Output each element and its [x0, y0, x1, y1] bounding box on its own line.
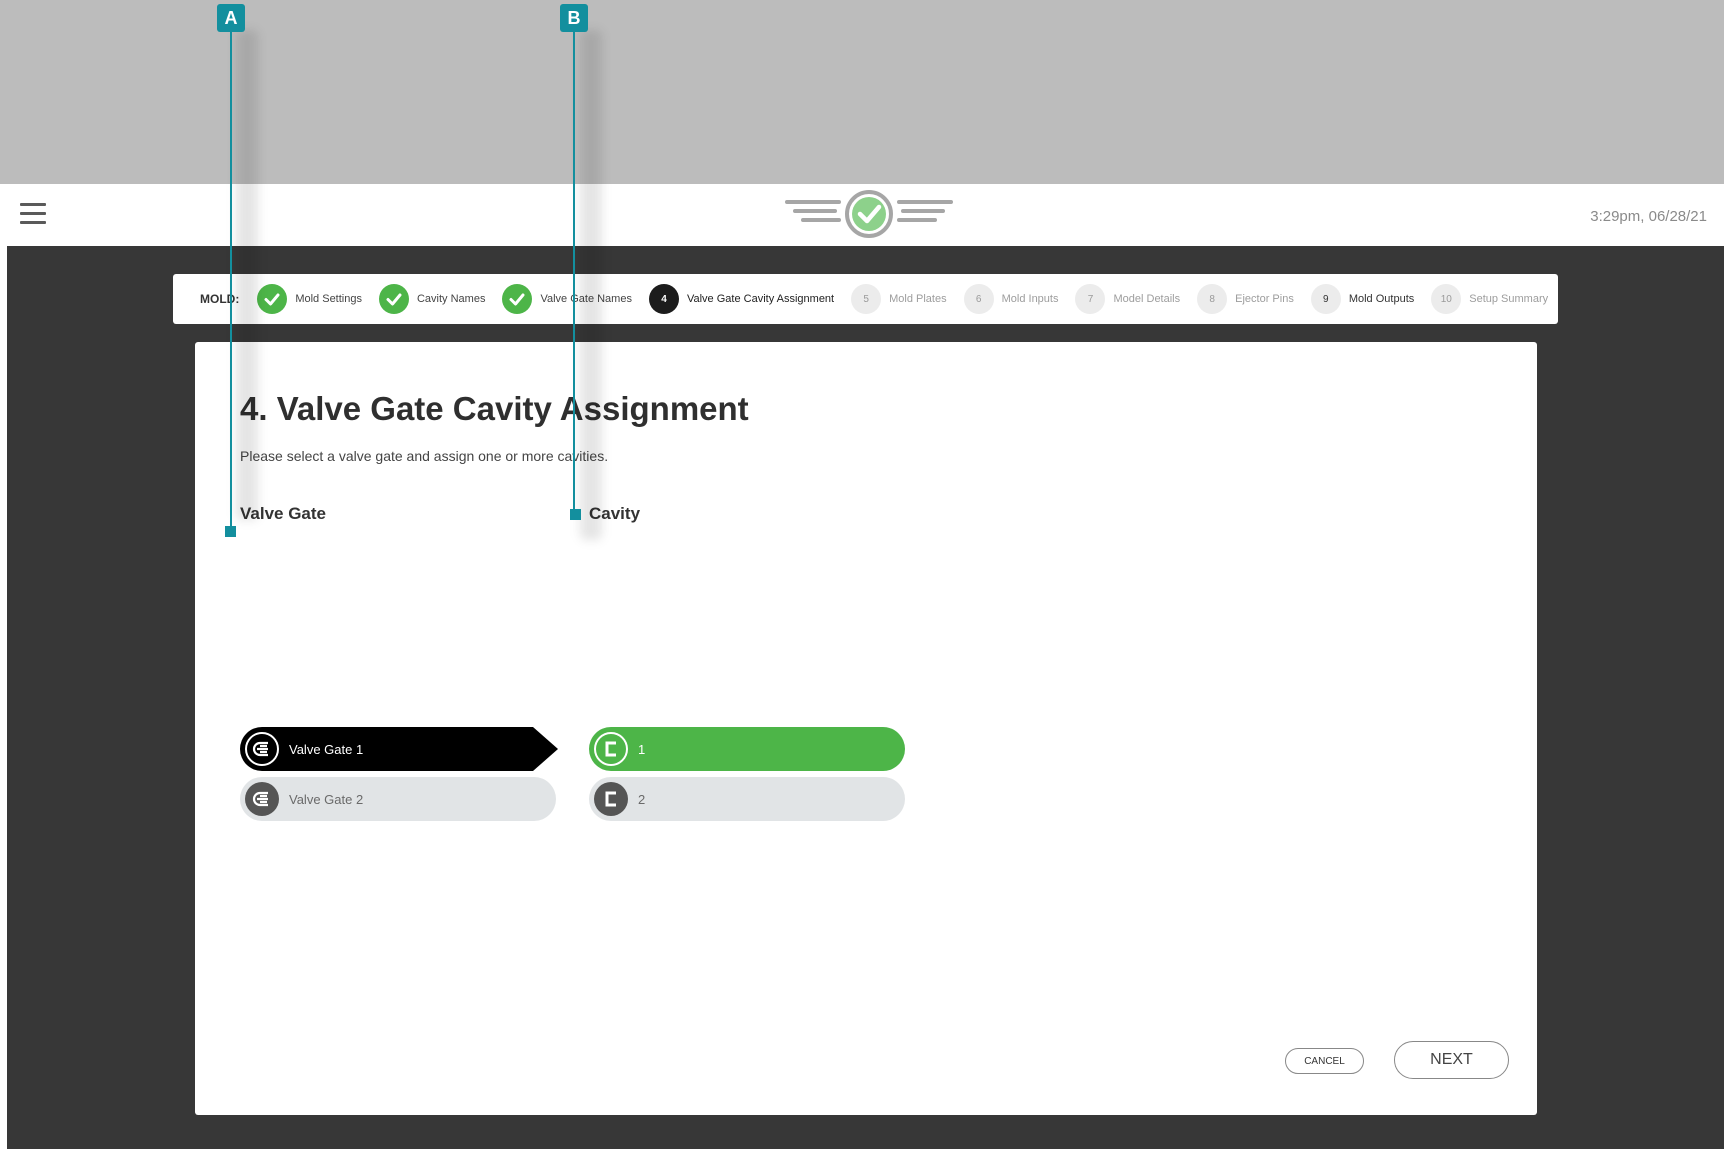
main-card: 4. Valve Gate Cavity Assignment Please s… — [195, 342, 1537, 1115]
valve-gate-label: Valve Gate 2 — [289, 791, 364, 807]
callout-b-line — [573, 32, 575, 516]
step-number: 8 — [1197, 284, 1228, 314]
valve-gate-item-2[interactable]: Valve Gate 2 — [240, 777, 556, 821]
brand-logo — [785, 190, 953, 238]
check-icon — [378, 284, 409, 314]
valve-gate-label: Valve Gate 1 — [289, 741, 364, 757]
step-mold-outputs[interactable]: 9 Mold Outputs — [1310, 284, 1415, 314]
callout-a-line — [230, 32, 232, 532]
app-window: 3:29pm, 06/28/21 MOLD: Mold Settings Cav… — [7, 184, 1724, 1149]
step-label: Mold Inputs — [1001, 293, 1059, 305]
step-label: Valve Gate Cavity Assignment — [686, 293, 835, 305]
callout-a-marker — [225, 526, 236, 537]
step-number: 5 — [851, 284, 882, 314]
step-label: Mold Settings — [295, 293, 362, 305]
step-valve-gate-names[interactable]: Valve Gate Names — [502, 284, 632, 314]
cavity-icon — [594, 782, 628, 816]
step-mold-inputs[interactable]: 6 Mold Inputs — [963, 284, 1059, 314]
cavity-label: 1 — [638, 741, 646, 757]
page-subtitle: Please select a valve gate and assign on… — [240, 448, 609, 464]
valve-gate-item-1[interactable]: Valve Gate 1 — [240, 727, 558, 771]
check-icon — [502, 284, 533, 314]
callout-a-badge: A — [217, 4, 245, 32]
step-setup-summary[interactable]: 10 Setup Summary — [1431, 284, 1548, 314]
step-number: 7 — [1075, 284, 1106, 314]
cavity-label: 2 — [638, 791, 646, 807]
valve-gate-icon — [245, 782, 279, 816]
step-mold-plates[interactable]: 5 Mold Plates — [851, 284, 947, 314]
step-label: Cavity Names — [416, 293, 486, 305]
cancel-button[interactable]: CANCEL — [1285, 1048, 1364, 1074]
step-cavity-names[interactable]: Cavity Names — [378, 284, 486, 314]
step-ejector-pins[interactable]: 8 Ejector Pins — [1197, 284, 1294, 314]
steps-bar-label: MOLD: — [200, 292, 240, 306]
page-title: 4. Valve Gate Cavity Assignment — [240, 390, 749, 427]
step-label: Mold Plates — [889, 293, 947, 305]
step-number: 4 — [648, 284, 679, 314]
step-number: 9 — [1310, 284, 1341, 314]
step-number: 6 — [963, 284, 994, 314]
left-edge-strip — [0, 184, 7, 1149]
callout-b-shadow — [580, 30, 602, 540]
callout-b-badge: B — [560, 4, 588, 32]
valve-gate-icon — [245, 732, 279, 766]
step-label: Mold Outputs — [1348, 293, 1415, 305]
step-model-details[interactable]: 7 Model Details — [1075, 284, 1180, 314]
next-button[interactable]: NEXT — [1394, 1041, 1509, 1079]
top-bar: 3:29pm, 06/28/21 — [7, 184, 1724, 246]
wizard-steps-bar: MOLD: Mold Settings Cavity Names Valve G… — [173, 274, 1558, 324]
check-icon — [257, 284, 288, 314]
step-valve-gate-cavity-assignment[interactable]: 4 Valve Gate Cavity Assignment — [648, 284, 835, 314]
step-number: 10 — [1431, 284, 1462, 314]
timestamp: 3:29pm, 06/28/21 — [1590, 208, 1707, 225]
step-label: Ejector Pins — [1235, 293, 1294, 305]
callout-b-marker — [570, 509, 581, 520]
callout-a-shadow — [236, 30, 258, 520]
hamburger-menu-icon[interactable] — [20, 203, 46, 227]
cavity-icon — [594, 732, 628, 766]
step-mold-settings[interactable]: Mold Settings — [257, 284, 362, 314]
cavity-item-2[interactable]: 2 — [589, 777, 905, 821]
step-label: Model Details — [1113, 293, 1181, 305]
cavity-item-1[interactable]: 1 — [589, 727, 905, 771]
step-label: Setup Summary — [1469, 293, 1549, 305]
